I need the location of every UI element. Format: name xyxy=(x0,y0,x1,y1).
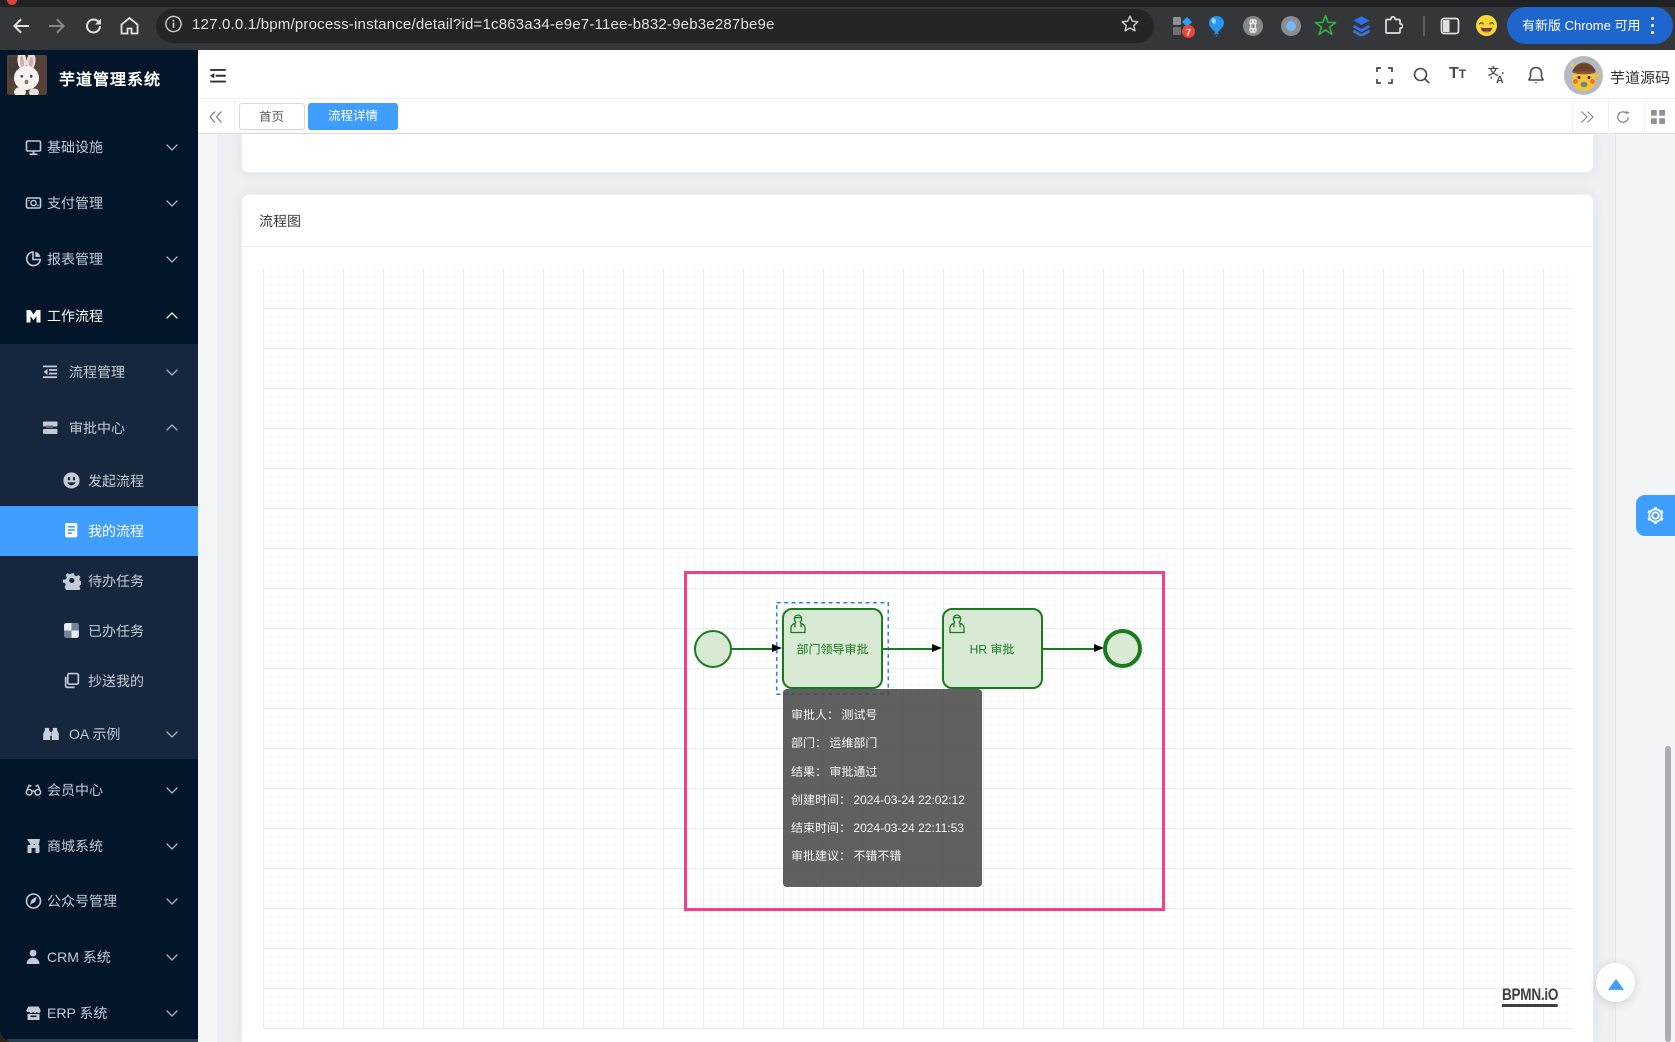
svg-text:7: 7 xyxy=(1186,28,1191,39)
svg-text:A: A xyxy=(1496,74,1504,85)
